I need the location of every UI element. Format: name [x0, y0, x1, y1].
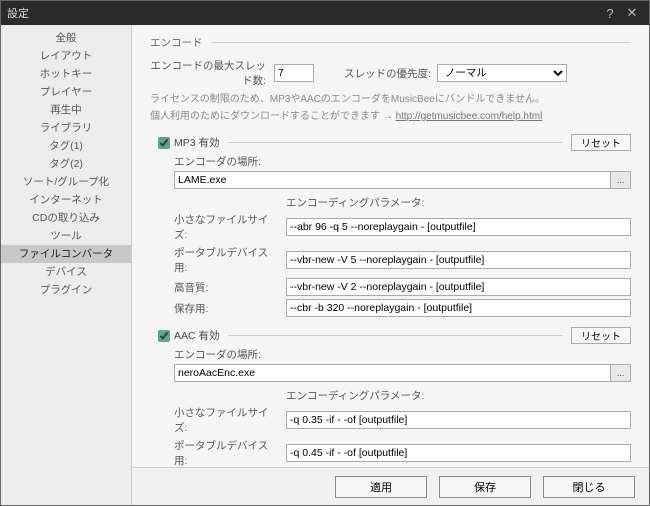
param-header-label: エンコーディングパラメータ:	[286, 388, 424, 403]
sidebar: 全般レイアウトホットキープレイヤー再生中ライブラリタグ(1)タグ(2)ソート/グ…	[1, 25, 132, 505]
param-header-label: エンコーディングパラメータ:	[286, 195, 424, 210]
titlebar: 設定 ? ✕	[1, 1, 649, 25]
browse-button[interactable]: ...	[611, 171, 631, 189]
encoder-block: MP3 有効 リセットエンコーダの場所:... エンコーディングパラメータ:小さなフ…	[150, 134, 631, 317]
threads-label: エンコードの最大スレッド数:	[150, 58, 274, 88]
help-icon[interactable]: ?	[599, 6, 621, 21]
param-input[interactable]	[286, 411, 631, 429]
param-input[interactable]	[286, 251, 631, 269]
param-input[interactable]	[286, 444, 631, 462]
threads-input[interactable]	[274, 64, 314, 82]
close-icon[interactable]: ✕	[621, 5, 643, 21]
encoder-location-label: エンコーダの場所:	[174, 347, 631, 362]
browse-button[interactable]: ...	[611, 364, 631, 382]
param-label: 小さなファイルサイズ:	[174, 212, 286, 242]
param-input[interactable]	[286, 218, 631, 236]
save-button[interactable]: 保存	[439, 476, 531, 498]
reset-button[interactable]: リセット	[571, 134, 631, 151]
param-label: ポータブルデバイス用:	[174, 438, 286, 467]
encoder-enable-checkbox[interactable]	[158, 330, 170, 342]
encoder-title: MP3 有効	[174, 135, 220, 150]
sidebar-item[interactable]: レイアウト	[1, 47, 131, 65]
close-button[interactable]: 閉じる	[543, 476, 635, 498]
content-pane: エンコード エンコードの最大スレッド数: スレッドの優先度: ノーマル ライセン…	[132, 25, 649, 467]
param-label: 保存用:	[174, 301, 286, 316]
license-note: ライセンスの制限のため、MP3やAACのエンコーダをMusicBeeにバンドルで…	[150, 93, 631, 107]
help-link[interactable]: http://getmusicbee.com/help.html	[396, 111, 543, 122]
encoder-location-label: エンコーダの場所:	[174, 154, 631, 169]
param-label: 高音質:	[174, 280, 286, 295]
priority-select[interactable]: ノーマル	[437, 64, 567, 82]
sidebar-item[interactable]: プラグイン	[1, 281, 131, 299]
sidebar-item[interactable]: タグ(1)	[1, 137, 131, 155]
sidebar-item[interactable]: ツール	[1, 227, 131, 245]
param-label: 小さなファイルサイズ:	[174, 405, 286, 435]
sidebar-item[interactable]: 再生中	[1, 101, 131, 119]
encoder-title: AAC 有効	[174, 328, 220, 343]
param-label: ポータブルデバイス用:	[174, 245, 286, 275]
sidebar-item[interactable]: ホットキー	[1, 65, 131, 83]
sidebar-item[interactable]: 全般	[1, 29, 131, 47]
sidebar-item[interactable]: プレイヤー	[1, 83, 131, 101]
encoder-path-input[interactable]	[174, 171, 611, 189]
encoder-path-input[interactable]	[174, 364, 611, 382]
sidebar-item[interactable]: ソート/グループ化	[1, 173, 131, 191]
sidebar-item[interactable]: インターネット	[1, 191, 131, 209]
param-input[interactable]	[286, 299, 631, 317]
priority-label: スレッドの優先度:	[344, 66, 431, 81]
encoder-enable-checkbox[interactable]	[158, 137, 170, 149]
sidebar-item[interactable]: デバイス	[1, 263, 131, 281]
sidebar-item[interactable]: ファイルコンバータ	[1, 245, 131, 263]
sidebar-item[interactable]: CDの取り込み	[1, 209, 131, 227]
section-title: エンコード	[150, 35, 203, 50]
download-note: 個人利用のためにダウンロードすることができます → http://getmusi…	[150, 110, 631, 124]
window-title: 設定	[7, 5, 29, 21]
sidebar-item[interactable]: タグ(2)	[1, 155, 131, 173]
footer: 適用 保存 閉じる	[132, 467, 649, 505]
encoder-block: AAC 有効 リセットエンコーダの場所:... エンコーディングパラメータ:小さなフ…	[150, 327, 631, 467]
param-input[interactable]	[286, 278, 631, 296]
apply-button[interactable]: 適用	[335, 476, 427, 498]
reset-button[interactable]: リセット	[571, 327, 631, 344]
sidebar-item[interactable]: ライブラリ	[1, 119, 131, 137]
